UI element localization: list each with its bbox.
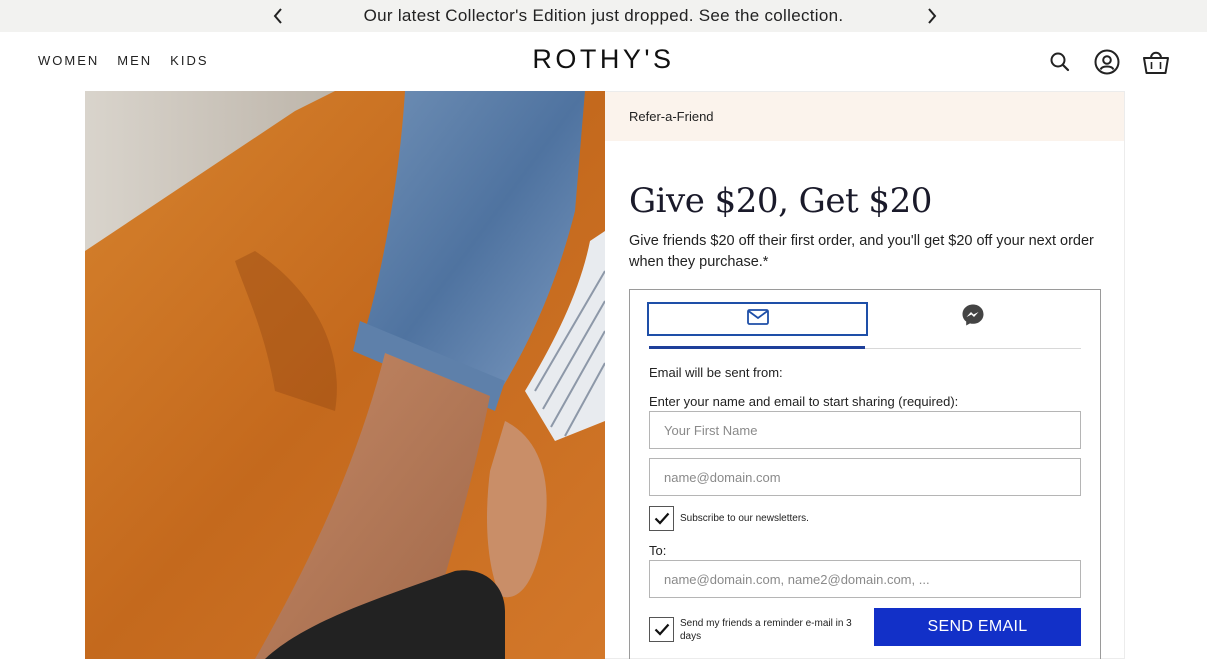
instructions-label: Enter your name and email to start shari… <box>649 394 959 409</box>
sender-email-input[interactable] <box>649 458 1081 496</box>
share-widget: Email will be sent from: Enter your name… <box>629 289 1101 659</box>
account-icon[interactable] <box>1093 48 1121 76</box>
reminder-checkbox[interactable] <box>649 617 674 642</box>
shopping-bag-icon[interactable] <box>1141 48 1169 76</box>
referral-subtitle: Give friends $20 off their first order, … <box>629 233 1094 270</box>
messenger-icon <box>961 303 985 332</box>
referral-title: Give $20, Get $20 <box>629 181 932 221</box>
hero-image <box>85 91 605 659</box>
envelope-icon <box>746 308 769 330</box>
refer-a-friend-label: Refer-a-Friend <box>605 92 1124 141</box>
checkmark-icon <box>654 623 669 636</box>
announcement-bar: Our latest Collector's Edition just drop… <box>0 0 1207 32</box>
send-email-button[interactable]: SEND EMAIL <box>874 608 1081 646</box>
brand-logo[interactable]: ROTHY'S <box>0 44 1207 75</box>
site-header: WOMEN MEN KIDS ROTHY'S <box>0 32 1207 90</box>
to-label: To: <box>649 543 667 558</box>
announcement-message[interactable]: Our latest Collector's Edition just drop… <box>0 6 1207 26</box>
newsletter-label: Subscribe to our newsletters. <box>680 513 809 524</box>
newsletter-checkbox[interactable] <box>649 506 674 531</box>
checkmark-icon <box>654 512 669 525</box>
active-tab-indicator <box>649 346 865 349</box>
search-icon[interactable] <box>1046 48 1074 76</box>
sent-from-label: Email will be sent from: <box>649 365 783 380</box>
reminder-label: Send my friends a reminder e-mail in 3 d… <box>680 618 852 642</box>
tab-messenger[interactable] <box>960 304 986 330</box>
tab-email[interactable] <box>647 302 868 336</box>
chevron-right-icon[interactable] <box>920 4 944 28</box>
referral-panel: Refer-a-Friend Give $20, Get $20 Give fr… <box>605 91 1125 659</box>
first-name-input[interactable] <box>649 411 1081 449</box>
recipients-input[interactable] <box>649 560 1081 598</box>
